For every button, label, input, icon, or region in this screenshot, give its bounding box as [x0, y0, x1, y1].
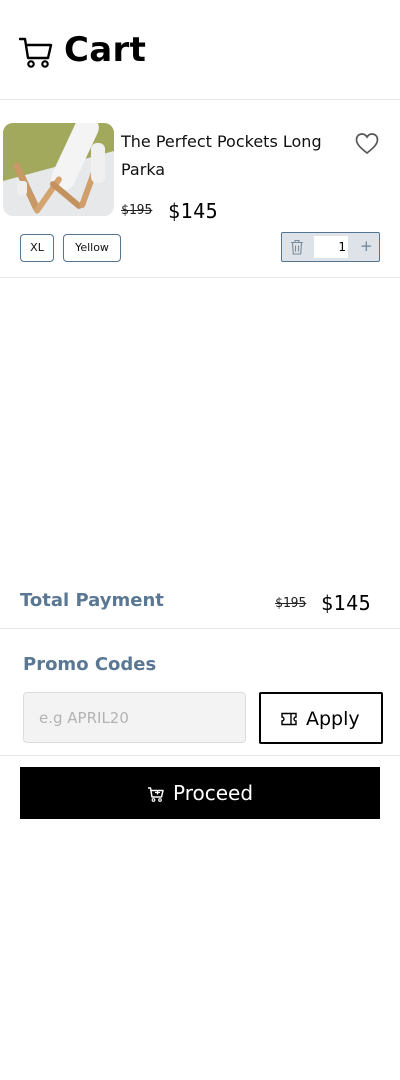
- proceed-label: Proceed: [172, 781, 254, 805]
- promo-code-input[interactable]: [23, 692, 246, 743]
- promo-codes-label: Promo Codes: [23, 654, 157, 675]
- total-original-price: $195: [275, 596, 307, 611]
- divider: [0, 755, 400, 756]
- product-name[interactable]: The Perfect Pockets Long Parka: [121, 128, 341, 184]
- cart-icon: [19, 37, 53, 68]
- apply-label: Apply: [306, 708, 360, 730]
- total-price: $145: [321, 591, 372, 615]
- trash-icon[interactable]: [290, 239, 304, 255]
- color-chip[interactable]: Yellow: [63, 234, 121, 262]
- ticket-icon: [281, 712, 297, 726]
- app-header: Cart: [0, 0, 400, 100]
- cart-icon: [147, 787, 164, 802]
- quantity-input[interactable]: 1: [314, 236, 348, 258]
- page-title: Cart: [64, 30, 147, 70]
- divider: [0, 628, 400, 629]
- proceed-button[interactable]: Proceed: [20, 767, 380, 819]
- apply-button[interactable]: Apply: [259, 692, 383, 744]
- original-price: $195: [121, 203, 153, 218]
- total-payment-label: Total Payment: [20, 590, 164, 611]
- heart-icon[interactable]: [355, 132, 379, 156]
- size-chip[interactable]: XL: [20, 234, 54, 262]
- sale-price: $145: [168, 199, 219, 223]
- plus-icon[interactable]: +: [360, 237, 373, 255]
- product-image[interactable]: [3, 123, 114, 216]
- quantity-stepper: 1 +: [281, 232, 380, 262]
